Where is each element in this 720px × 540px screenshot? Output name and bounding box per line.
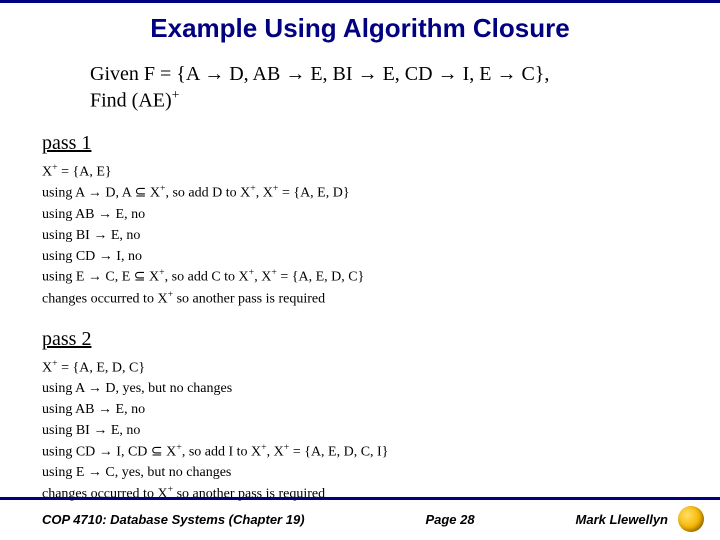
pass1-line: changes occurred to X+ so another pass i… <box>42 288 720 310</box>
given-line-2: Find (AE)+ <box>90 87 680 114</box>
pass2-heading: pass 2 <box>42 328 720 351</box>
pass2-line: using CD → I, CD ⊆ X+, so add I to X+, X… <box>42 441 720 463</box>
pass1-heading: pass 1 <box>42 132 720 155</box>
pass1-line: using BI → E, no <box>42 225 720 246</box>
footer-author: Mark Llewellyn <box>576 512 668 527</box>
pass1-line: using E → C, E ⊆ X+, so add C to X+, X+ … <box>42 266 720 288</box>
pass2-line: using E → C, yes, but no changes <box>42 462 720 483</box>
pass1-line: X+ = {A, E} <box>42 161 720 183</box>
given-line-1: Given F = {A → D, AB → E, BI → E, CD → I… <box>90 62 680 87</box>
given-block: Given F = {A → D, AB → E, BI → E, CD → I… <box>90 62 680 114</box>
pass2-line: X+ = {A, E, D, C} <box>42 357 720 379</box>
ucf-logo-icon <box>678 506 704 532</box>
footer-page: Page 28 <box>325 512 576 527</box>
footer-course: COP 4710: Database Systems (Chapter 19) <box>42 512 305 527</box>
pass1-body: X+ = {A, E} using A → D, A ⊆ X+, so add … <box>42 161 720 310</box>
top-rule <box>0 0 720 3</box>
footer-bar: COP 4710: Database Systems (Chapter 19) … <box>0 500 720 540</box>
pass2-body: X+ = {A, E, D, C} using A → D, yes, but … <box>42 357 720 505</box>
pass1-line: using A → D, A ⊆ X+, so add D to X+, X+ … <box>42 182 720 204</box>
pass1-line: using CD → I, no <box>42 246 720 267</box>
pass2-line: using AB → E, no <box>42 399 720 420</box>
footer: COP 4710: Database Systems (Chapter 19) … <box>0 497 720 540</box>
pass2-line: using A → D, yes, but no changes <box>42 378 720 399</box>
pass1-line: using AB → E, no <box>42 204 720 225</box>
slide-title: Example Using Algorithm Closure <box>0 13 720 44</box>
pass2-line: using BI → E, no <box>42 420 720 441</box>
